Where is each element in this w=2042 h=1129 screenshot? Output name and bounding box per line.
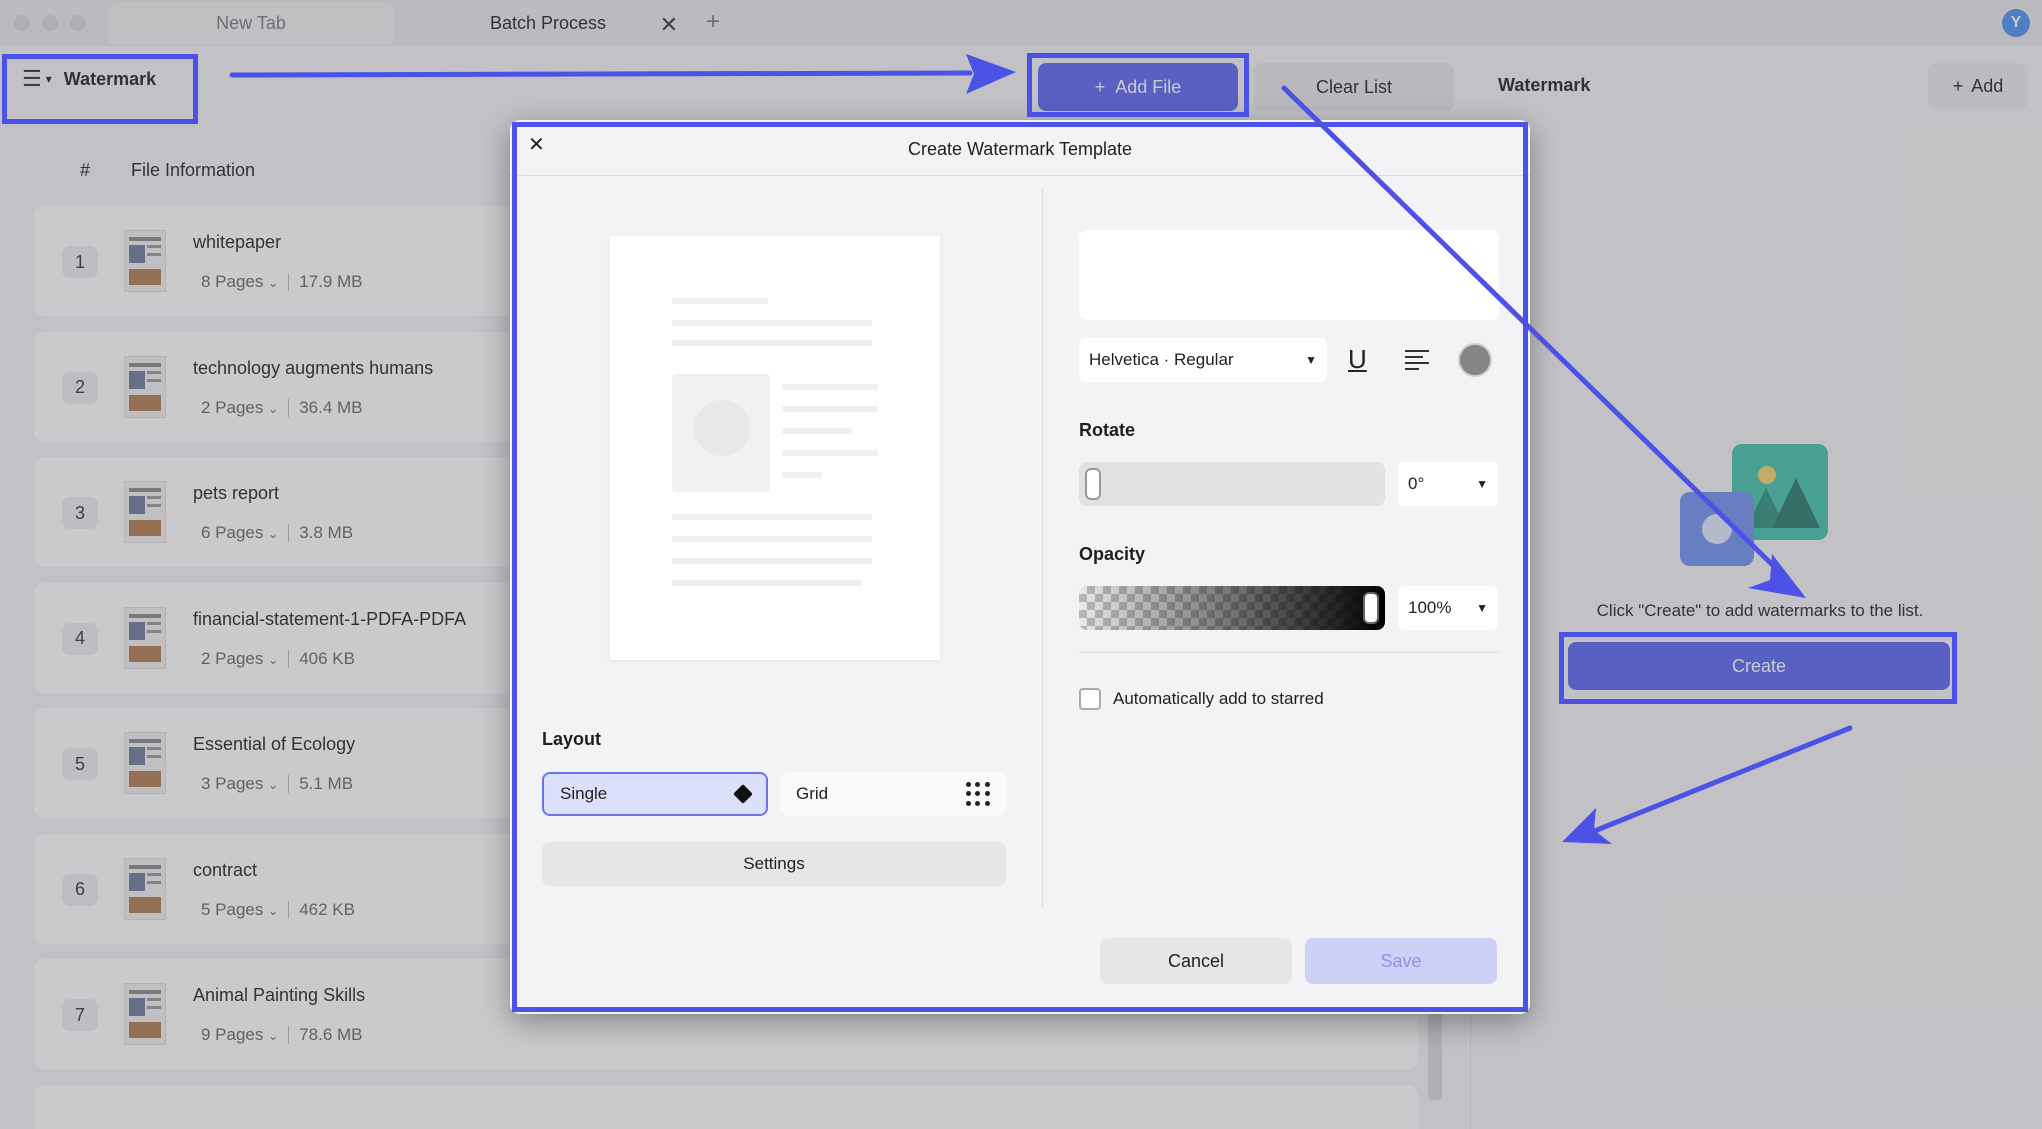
highlight-create	[1559, 632, 1957, 704]
highlight-dialog	[512, 122, 1528, 1012]
highlight-add-file	[1027, 53, 1249, 117]
highlight-tool-menu	[2, 54, 198, 124]
